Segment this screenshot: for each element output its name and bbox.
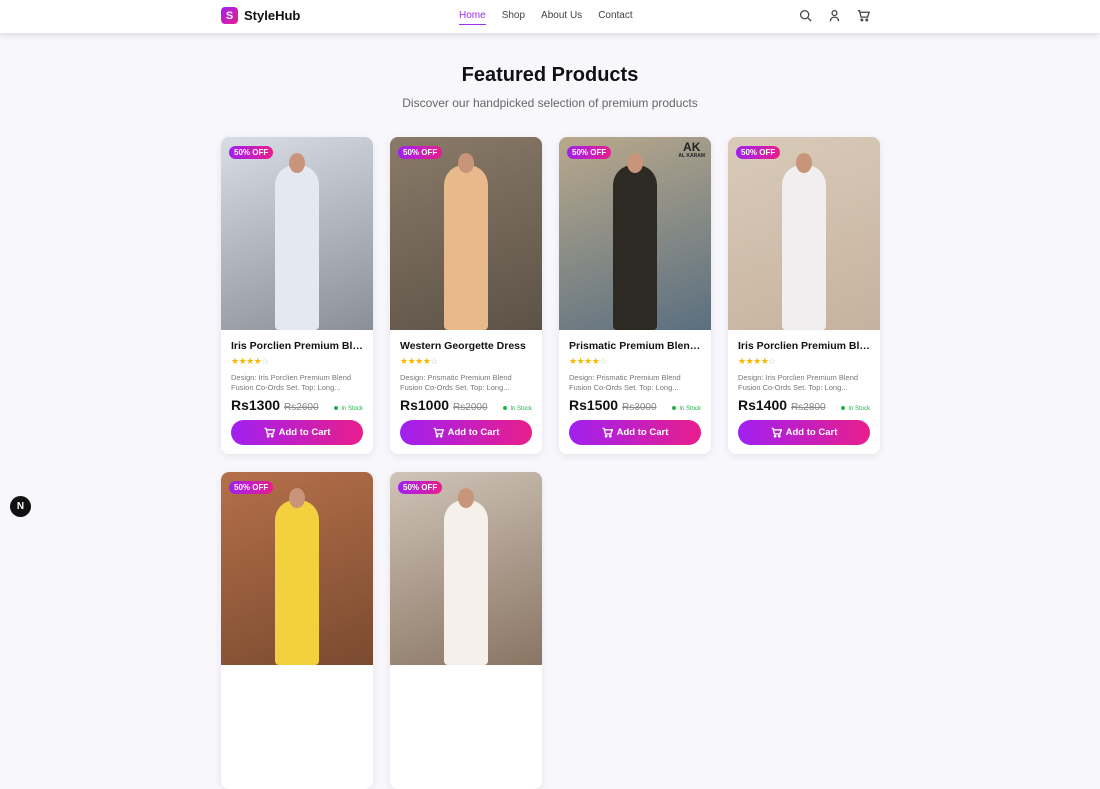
product-description: Design: Prismatic Premium Blend Fusion Co… <box>400 373 532 393</box>
rating-stars: ★★★★☆ <box>400 356 438 366</box>
model-head <box>627 153 643 173</box>
cart-icon <box>264 427 275 438</box>
price: Rs1400 <box>738 397 788 413</box>
product-title[interactable]: Prismatic Premium Blend... <box>569 340 701 352</box>
model-head <box>289 488 305 508</box>
section-subtitle: Discover our handpicked selection of pre… <box>402 96 698 110</box>
product-image[interactable]: 50% OFF <box>728 137 880 330</box>
product-image[interactable]: 50% OFF <box>221 472 373 665</box>
desc-line: Fusion Co-Ords Set. Top: Long... <box>569 383 679 392</box>
top-navbar: S StyleHub Home Shop About Us Contact <box>0 0 1100 33</box>
model-head <box>458 153 474 173</box>
product-description: Design: Iris Porclien Premium Blend Fusio… <box>231 373 363 393</box>
discount-badge: 50% OFF <box>398 146 443 159</box>
add-to-cart-button[interactable]: Add to Cart <box>231 420 363 445</box>
original-price: Rs2600 <box>284 402 319 413</box>
add-to-cart-label: Add to Cart <box>447 427 500 438</box>
original-price: Rs2800 <box>791 402 826 413</box>
product-card[interactable]: 50% OFF AK AL KARAM Prismatic Premium Blen… <box>559 137 711 454</box>
rating-stars: ★★★★☆ <box>738 356 776 366</box>
cart-icon <box>602 427 613 438</box>
nav-shop[interactable]: Shop <box>502 10 525 25</box>
desc-line: Fusion Co-Ords Set. Top: Long... <box>738 383 848 392</box>
model-head <box>289 153 305 173</box>
logo[interactable]: S StyleHub <box>221 7 300 24</box>
product-title[interactable]: Western Georgette Dress <box>400 340 532 352</box>
product-image[interactable]: 50% OFF <box>221 137 373 330</box>
price: Rs1500 <box>569 397 619 413</box>
model-figure <box>613 165 657 330</box>
cart-icon[interactable] <box>857 9 870 22</box>
price: Rs1000 <box>400 397 450 413</box>
product-card[interactable]: 50% OFF <box>390 472 542 789</box>
add-to-cart-label: Add to Cart <box>785 427 838 438</box>
model-figure <box>444 500 488 665</box>
product-card[interactable]: 50% OFF Iris Porclien Premium Ble... ★★★… <box>221 137 373 454</box>
product-description: Design: Iris Porclien Premium Blend Fusio… <box>738 373 870 393</box>
product-card[interactable]: 50% OFF Iris Porclien Premium Ble... ★★★… <box>728 137 880 454</box>
section-title: Featured Products <box>461 64 639 86</box>
model-head <box>796 153 812 173</box>
original-price: Rs3000 <box>622 402 657 413</box>
discount-badge: 50% OFF <box>736 146 781 159</box>
rating-stars: ★★★★☆ <box>231 356 269 366</box>
cart-icon <box>771 427 782 438</box>
desc-line: Design: Iris Porclien Premium Blend <box>738 373 859 382</box>
add-to-cart-label: Add to Cart <box>616 427 669 438</box>
price: Rs1300 <box>231 397 281 413</box>
model-figure <box>444 165 488 330</box>
product-card[interactable]: 50% OFF Western Georgette Dress ★★★★☆ De… <box>390 137 542 454</box>
add-to-cart-label: Add to Cart <box>278 427 331 438</box>
cart-icon <box>433 427 444 438</box>
desc-line: Fusion Co-Ords Set. Top: Long... <box>231 383 341 392</box>
add-to-cart-button[interactable]: Add to Cart <box>400 420 532 445</box>
brand-name: StyleHub <box>244 8 301 23</box>
product-image[interactable]: 50% OFF <box>390 472 542 665</box>
product-title[interactable]: Iris Porclien Premium Ble... <box>738 340 870 352</box>
nav-contact[interactable]: Contact <box>598 10 632 25</box>
search-icon[interactable] <box>799 9 812 22</box>
add-to-cart-button[interactable]: Add to Cart <box>569 420 701 445</box>
product-card[interactable]: 50% OFF <box>221 472 373 789</box>
product-title[interactable]: Iris Porclien Premium Ble... <box>231 340 363 352</box>
brand-logo: AK AL KARAM <box>678 141 705 161</box>
product-image[interactable]: 50% OFF <box>390 137 542 330</box>
desc-line: Design: Prismatic Premium Blend <box>400 373 512 382</box>
stock-status: In Stock <box>503 406 532 412</box>
product-image[interactable]: 50% OFF AK AL KARAM <box>559 137 711 330</box>
model-figure <box>275 165 319 330</box>
original-price: Rs2000 <box>453 402 488 413</box>
stock-status: In Stock <box>672 406 701 412</box>
stock-status: In Stock <box>841 406 870 412</box>
nav-about[interactable]: About Us <box>541 10 582 25</box>
discount-badge: 50% OFF <box>567 146 612 159</box>
logo-mark: S <box>221 7 238 24</box>
discount-badge: 50% OFF <box>229 146 274 159</box>
user-icon[interactable] <box>828 9 841 22</box>
dev-tools-badge[interactable]: N <box>10 496 31 517</box>
discount-badge: 50% OFF <box>229 481 274 494</box>
discount-badge: 50% OFF <box>398 481 443 494</box>
model-figure <box>275 500 319 665</box>
model-head <box>458 488 474 508</box>
stock-status: In Stock <box>334 406 363 412</box>
desc-line: Design: Prismatic Premium Blend <box>569 373 681 382</box>
add-to-cart-button[interactable]: Add to Cart <box>738 420 870 445</box>
brand-logo-text: AL KARAM <box>678 153 705 159</box>
desc-line: Fusion Co-Ords Set. Top: Long... <box>400 383 510 392</box>
product-description: Design: Prismatic Premium Blend Fusion Co… <box>569 373 701 393</box>
nav-home[interactable]: Home <box>459 10 486 25</box>
desc-line: Design: Iris Porclien Premium Blend <box>231 373 352 382</box>
rating-stars: ★★★★☆ <box>569 356 607 366</box>
model-figure <box>782 165 826 330</box>
